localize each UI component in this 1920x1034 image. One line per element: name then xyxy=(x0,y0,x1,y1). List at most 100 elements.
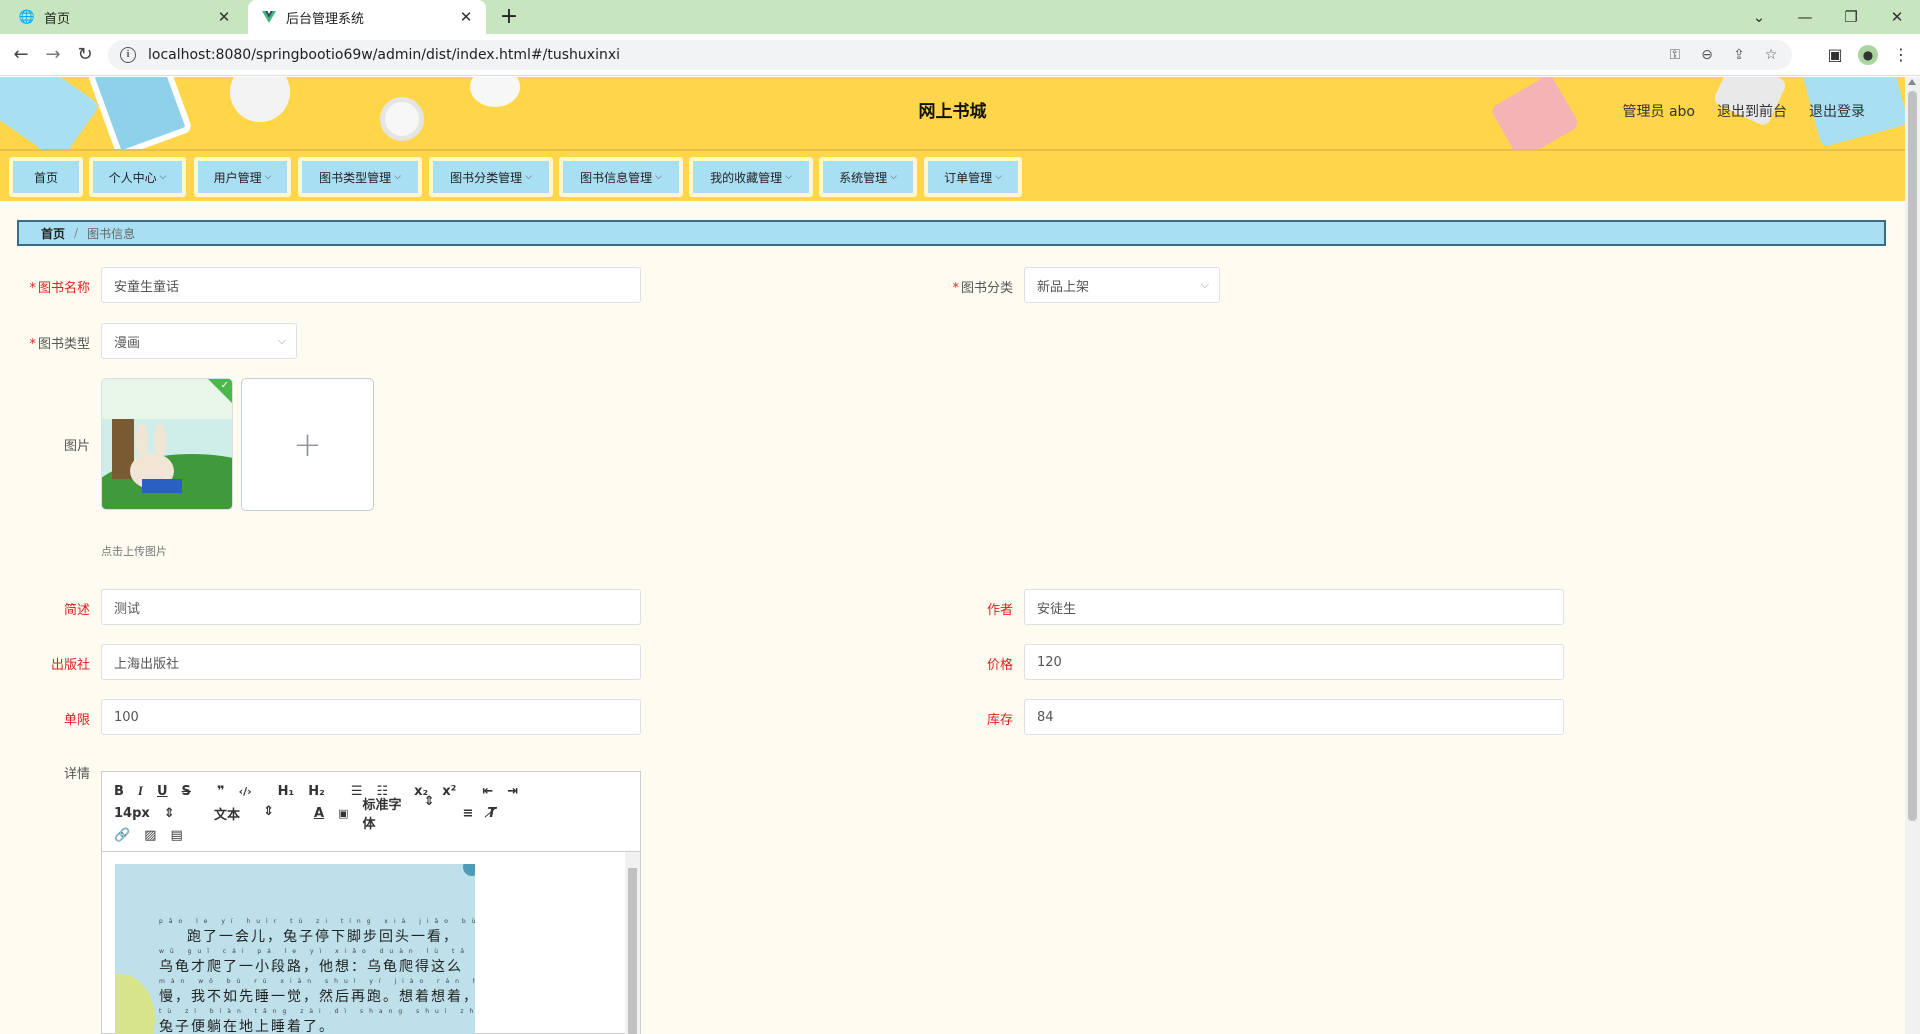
label-text: 图书类型 xyxy=(37,337,90,352)
stock-label: 库存 xyxy=(986,713,1013,728)
pinyin-line: màn wǒ bù rú xiān shuì yí jiào rán hòu z… xyxy=(159,978,475,985)
chevron-updown-icon: ⇕ xyxy=(163,805,175,821)
input-value: 84 xyxy=(1037,709,1054,725)
input-value: 上海出版社 xyxy=(114,656,180,672)
share-icon[interactable]: ⇪ xyxy=(1730,47,1748,63)
page-scrollbar[interactable] xyxy=(1905,77,1920,1034)
summary-input[interactable]: 测试 xyxy=(101,589,641,625)
address-bar[interactable]: i localhost:8080/springbootio69w/admin/d… xyxy=(108,40,1792,70)
editor-content[interactable]: pǎo le yí huìr tù zi tíng xià jiǎo bù hu… xyxy=(102,852,640,1034)
book-name-input[interactable]: 安童生童话 xyxy=(101,267,641,303)
details-label: 详情 xyxy=(63,767,90,782)
bold-icon[interactable]: B xyxy=(114,784,124,799)
image-insert-icon[interactable]: ▨ xyxy=(144,828,156,843)
book-text-line: 乌龟才爬了一小段路，他想：乌龟爬得这么 xyxy=(159,959,463,975)
scroll-up-arrow-icon[interactable] xyxy=(1908,79,1916,85)
zoom-icon[interactable]: ⊖ xyxy=(1698,47,1716,63)
browser-tab-admin[interactable]: 后台管理系统 ✕ xyxy=(248,0,486,34)
page-content: 网上书城 管理员 abo 退出到前台 退出登录 首页 个人中心 ⌵ 用户管理 ⌵ 图… xyxy=(0,77,1905,1034)
book-text-line: 跑了一会儿，兔子停下脚步回头一看， xyxy=(187,929,459,945)
menu-item-book-info-management[interactable]: 图书信息管理 ⌵ xyxy=(559,157,683,197)
back-to-front-link[interactable]: 退出到前台 xyxy=(1717,101,1787,121)
book-type-select[interactable]: 漫画 ⌵ xyxy=(101,323,297,359)
limit-input[interactable]: 100 xyxy=(101,699,641,735)
side-panel-icon[interactable]: ▣ xyxy=(1822,42,1848,68)
italic-icon[interactable]: I xyxy=(138,783,143,799)
scrollbar-thumb[interactable] xyxy=(1908,91,1917,821)
font-color-icon[interactable]: A xyxy=(314,806,324,821)
clear-format-icon[interactable]: T̸ xyxy=(487,806,496,821)
heading-2-icon[interactable]: H₂ xyxy=(308,784,325,799)
uploaded-book-image[interactable]: ✓ xyxy=(101,378,233,510)
code-block-icon[interactable]: ‹/› xyxy=(239,785,252,798)
more-menu-icon[interactable]: ⋮ xyxy=(1888,42,1914,68)
price-input[interactable]: 120 xyxy=(1024,644,1564,680)
menu-item-system-management[interactable]: 系统管理 ⌵ xyxy=(819,157,917,197)
menu-item-user-management[interactable]: 用户管理 ⌵ xyxy=(194,157,291,197)
bookmark-star-icon[interactable]: ☆ xyxy=(1762,47,1780,63)
ordered-list-icon[interactable]: ☰ xyxy=(351,784,363,799)
tab-title: 首页 xyxy=(44,11,71,27)
menu-item-order-management[interactable]: 订单管理 ⌵ xyxy=(924,157,1022,197)
menu-label: 首页 xyxy=(33,170,58,185)
plus-icon: + xyxy=(293,424,322,465)
book-name-label: * 图书名称 xyxy=(0,277,90,296)
menu-item-personal-center[interactable]: 个人中心 ⌵ xyxy=(89,157,186,197)
input-value: 安童生童话 xyxy=(114,279,180,295)
scrollbar-thumb[interactable] xyxy=(628,868,637,1034)
back-icon[interactable]: ← xyxy=(8,42,34,68)
menu-item-book-type-management[interactable]: 图书类型管理 ⌵ xyxy=(298,157,422,197)
font-family-select[interactable]: 标准字体 ⇕ xyxy=(362,794,448,832)
blockquote-icon[interactable]: ❞ xyxy=(217,784,225,799)
rich-text-editor[interactable]: B I U S ❞ ‹/› H₁ H₂ ☰ ☷ x₂ x² ⇤ ⇥ 14px ⇕ … xyxy=(101,771,641,1034)
minimize-icon[interactable]: — xyxy=(1782,0,1828,34)
select-value: 14px xyxy=(114,805,150,821)
logout-link[interactable]: 退出登录 xyxy=(1809,101,1865,121)
link-icon[interactable]: 🔗 xyxy=(114,828,130,843)
author-input[interactable]: 安徒生 xyxy=(1024,589,1564,625)
input-value: 测试 xyxy=(114,601,141,617)
book-category-select[interactable]: 新品上架 ⌵ xyxy=(1024,267,1220,303)
profile-avatar-icon[interactable]: ● xyxy=(1858,45,1878,65)
breadcrumb-home[interactable]: 首页 xyxy=(41,225,65,242)
new-tab-button[interactable]: + xyxy=(496,4,522,30)
heading-1-icon[interactable]: H₁ xyxy=(278,784,295,799)
select-value: 漫画 xyxy=(114,335,141,351)
browser-tab-home[interactable]: 🌐 首页 ✕ xyxy=(6,0,244,34)
image-upload-button[interactable]: + xyxy=(241,378,374,511)
book-text-line: 兔子便躺在地上睡着了。 xyxy=(159,1019,335,1034)
key-icon[interactable]: ⚿ xyxy=(1666,47,1684,63)
site-info-icon[interactable]: i xyxy=(120,47,136,63)
stock-input[interactable]: 84 xyxy=(1024,699,1564,735)
menu-item-book-category-management[interactable]: 图书分类管理 ⌵ xyxy=(429,157,553,197)
illustration-decor xyxy=(115,974,155,1034)
chevron-down-icon: ⌵ xyxy=(159,172,167,182)
chevron-down-icon: ⌵ xyxy=(1200,278,1209,291)
menu-label: 图书类型管理 xyxy=(319,170,392,185)
author-label: 作者 xyxy=(986,603,1013,618)
publisher-input[interactable]: 上海出版社 xyxy=(101,644,641,680)
text-style-select[interactable]: 文本 ⇕ xyxy=(214,804,288,823)
underline-icon[interactable]: U xyxy=(157,784,168,799)
font-size-select[interactable]: 14px ⇕ xyxy=(114,806,188,821)
indent-decrease-icon[interactable]: ⇤ xyxy=(482,784,493,799)
background-color-icon[interactable]: ▣ xyxy=(338,807,348,820)
editor-scrollbar[interactable] xyxy=(625,852,640,1034)
video-insert-icon[interactable]: ▤ xyxy=(170,828,182,843)
close-window-icon[interactable]: ✕ xyxy=(1874,0,1920,34)
restore-icon[interactable]: ❐ xyxy=(1828,0,1874,34)
strikethrough-icon[interactable]: S xyxy=(182,784,191,799)
forward-icon[interactable]: → xyxy=(40,42,66,68)
indent-increase-icon[interactable]: ⇥ xyxy=(507,784,518,799)
reload-icon[interactable]: ↻ xyxy=(72,42,98,68)
menu-item-home[interactable]: 首页 xyxy=(9,157,83,197)
close-icon[interactable]: ✕ xyxy=(212,8,236,26)
tab-search-icon[interactable]: ⌄ xyxy=(1736,0,1782,34)
align-icon[interactable]: ≡ xyxy=(462,806,473,821)
summary-label: 简述 xyxy=(63,603,90,618)
menu-item-favorites-management[interactable]: 我的收藏管理 ⌵ xyxy=(689,157,813,197)
menu-label: 图书信息管理 xyxy=(580,170,653,185)
close-icon[interactable]: ✕ xyxy=(454,8,478,26)
required-marker: * xyxy=(29,281,36,296)
select-value: 新品上架 xyxy=(1037,279,1090,295)
